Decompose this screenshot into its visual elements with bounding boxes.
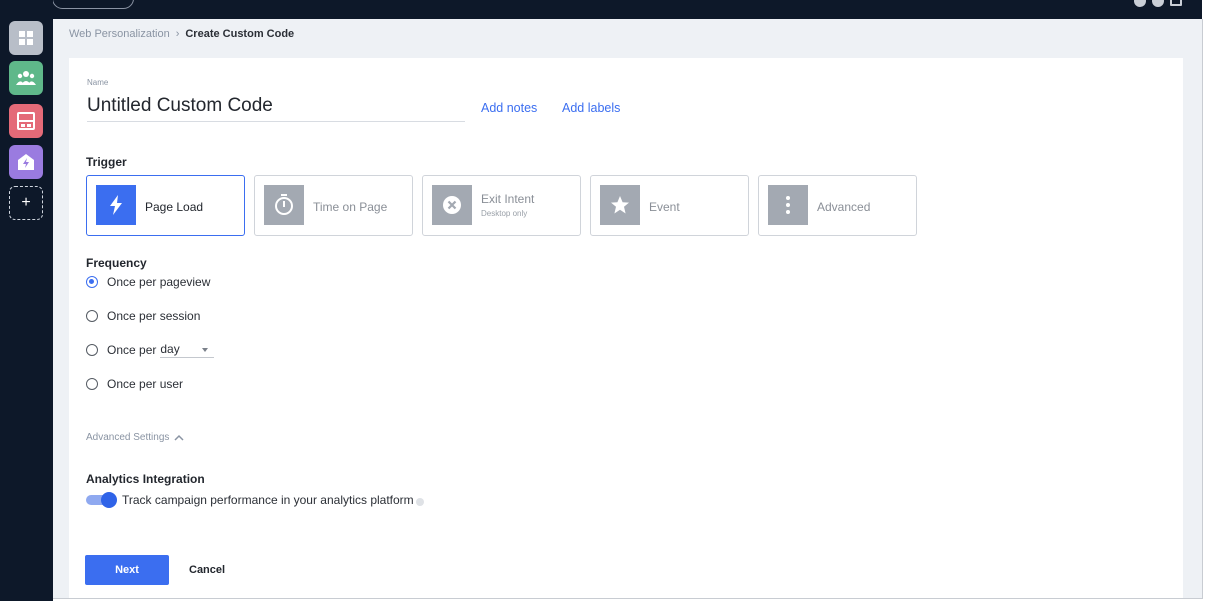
breadcrumb-parent[interactable]: Web Personalization [69, 28, 170, 40]
audiences-nav-button[interactable] [9, 61, 43, 95]
frequency-title: Frequency [86, 256, 147, 270]
radio-icon[interactable] [86, 344, 98, 356]
workspace-switcher[interactable] [52, 0, 134, 9]
frequency-option-pageview[interactable]: Once per pageview [86, 274, 210, 290]
web-personalization-nav-button[interactable] [9, 104, 43, 138]
trigger-label: Time on Page [313, 200, 388, 214]
create-form-card: Name Untitled Custom Code Add notes Add … [69, 58, 1183, 599]
dashboard-nav-button[interactable] [9, 21, 43, 55]
star-icon [600, 185, 640, 225]
breadcrumb: Web Personalization › Create Custom Code [69, 28, 294, 40]
trigger-advanced[interactable]: Advanced [758, 175, 917, 236]
radio-icon[interactable] [86, 378, 98, 390]
email-bolt-icon [18, 154, 34, 170]
name-input-underline [87, 121, 465, 122]
frequency-option-per-period[interactable]: Once per day [86, 342, 215, 358]
trigger-label: Advanced [817, 200, 871, 214]
grid-icon [19, 31, 33, 45]
main-content: Web Personalization › Create Custom Code N… [53, 19, 1202, 599]
trigger-title: Trigger [86, 155, 127, 169]
plus-icon: + [21, 194, 31, 211]
trigger-sublabel: Desktop only [481, 209, 528, 218]
advanced-settings-toggle[interactable]: Advanced Settings [86, 432, 184, 443]
top-right-controls [1134, 0, 1182, 7]
add-app-button[interactable]: + [9, 186, 43, 220]
frequency-option-session[interactable]: Once per session [86, 308, 200, 324]
people-icon [16, 71, 36, 85]
trigger-exit-intent[interactable]: Exit Intent Desktop only [422, 175, 581, 236]
toggle-knob [101, 492, 117, 508]
radio-label: Once per pageview [107, 275, 211, 289]
period-select-value: day [160, 342, 180, 356]
advanced-settings-label: Advanced Settings [86, 432, 170, 443]
analytics-toggle-row: Track campaign performance in your analy… [86, 492, 424, 508]
notifications-icon[interactable] [1152, 0, 1164, 7]
analytics-toggle-label: Track campaign performance in your analy… [122, 493, 414, 507]
chevron-up-icon [174, 434, 184, 441]
trigger-event[interactable]: Event [590, 175, 749, 236]
trigger-time-on-page[interactable]: Time on Page [254, 175, 413, 236]
left-nav-rail: + [0, 0, 53, 601]
radio-label: Once per session [107, 309, 201, 323]
close-circle-icon [432, 185, 472, 225]
radio-selected-icon[interactable] [86, 276, 98, 288]
radio-label: Once per user [107, 377, 184, 391]
breadcrumb-separator-icon: › [175, 28, 180, 40]
email-nav-button[interactable] [9, 145, 43, 179]
stopwatch-icon [264, 185, 304, 225]
frame-border-right [1202, 19, 1203, 599]
analytics-title: Analytics Integration [86, 472, 205, 486]
name-label: Name [87, 78, 109, 87]
next-button[interactable]: Next [85, 555, 169, 585]
breadcrumb-current: Create Custom Code [185, 28, 295, 40]
frequency-option-user[interactable]: Once per user [86, 376, 183, 392]
trigger-label: Exit Intent [481, 192, 535, 206]
add-labels-link[interactable]: Add labels [562, 101, 620, 115]
frame-border-bottom [53, 598, 1203, 599]
layout-icon [17, 112, 35, 130]
name-input[interactable]: Untitled Custom Code [87, 95, 273, 117]
info-icon[interactable] [415, 497, 424, 506]
apps-icon[interactable] [1170, 0, 1182, 6]
caret-down-icon [202, 348, 209, 352]
help-icon[interactable] [1134, 0, 1146, 7]
more-vertical-icon [768, 185, 808, 225]
trigger-label: Page Load [145, 200, 204, 214]
trigger-page-load[interactable]: Page Load [86, 175, 245, 236]
radio-icon[interactable] [86, 310, 98, 322]
radio-label: Once per [107, 343, 157, 357]
top-bar [0, 0, 1202, 19]
add-notes-link[interactable]: Add notes [481, 101, 537, 115]
trigger-label: Event [649, 200, 680, 214]
cancel-button[interactable]: Cancel [189, 555, 225, 585]
period-select[interactable]: day [160, 342, 215, 358]
bolt-icon [96, 185, 136, 225]
analytics-toggle-switch[interactable] [86, 492, 117, 508]
